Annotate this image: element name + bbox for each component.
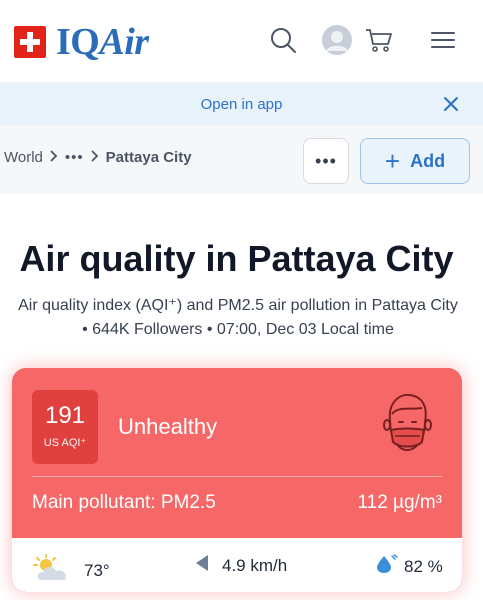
pollutant-label: Main pollutant: (32, 492, 161, 513)
brand-wordmark: IQAir (56, 21, 149, 63)
breadcrumb: World ••• Pattaya City (4, 149, 192, 166)
weather-humidity: 82 % (376, 554, 443, 579)
add-button[interactable]: + Add (360, 138, 470, 184)
search-icon[interactable] (265, 22, 301, 58)
hamburger-menu-icon[interactable] (425, 22, 461, 58)
more-options-button[interactable]: ••• (303, 138, 349, 184)
weather-strip: 73° 4.9 km/h 82 % (12, 538, 462, 592)
humidity-value: 82 % (404, 556, 443, 576)
breadcrumb-bar: World ••• Pattaya City ••• + Add (0, 126, 483, 194)
wind-direction-icon (194, 554, 210, 577)
page-title: Air quality in Pattaya City (19, 238, 454, 279)
weather-wind: 4.9 km/h (194, 554, 287, 577)
cart-icon[interactable] (361, 22, 397, 58)
top-header: IQAir (0, 0, 483, 82)
chevron-right-icon (49, 149, 59, 166)
main-pollutant: Main pollutant: PM2.5 (32, 492, 216, 514)
pollutant-value: PM2.5 (160, 492, 216, 513)
open-in-app-banner: Open in app (0, 82, 483, 126)
aqi-card: 191 US AQI⁺ Unhealthy Main pollutant: PM… (12, 368, 462, 592)
chevron-right-icon (90, 149, 100, 166)
page-subtitle: Air quality index (AQI⁺) and PM2.5 air p… (4, 294, 472, 342)
main-content: Air quality in Pattaya City Air quality … (0, 194, 483, 600)
humidity-drop-icon (376, 554, 398, 579)
temperature-value: 73° (84, 560, 110, 580)
plus-icon: + (384, 146, 401, 176)
breadcrumb-current: Pattaya City (105, 149, 192, 166)
close-icon[interactable] (441, 94, 461, 114)
iqair-logo[interactable]: IQAir (14, 21, 149, 63)
wind-value: 4.9 km/h (222, 555, 288, 575)
open-in-app-link[interactable]: Open in app (201, 96, 283, 113)
swiss-flag-icon (14, 26, 46, 58)
subtitle-line-2: • 644K Followers • 07:00, Dec 03 Local t… (82, 321, 394, 338)
more-dots: ••• (315, 150, 337, 171)
add-label: Add (410, 150, 446, 171)
aqi-status: Unhealthy (118, 414, 218, 439)
breadcrumb-ellipsis[interactable]: ••• (65, 149, 84, 166)
aqi-value: 191 (44, 402, 86, 429)
pollutant-concentration: 112 µg/m³ (357, 492, 442, 513)
face-mask-icon (380, 392, 434, 458)
avatar[interactable] (319, 22, 355, 58)
aqi-unit: US AQI⁺ (43, 437, 87, 449)
weather-temperature: 73° (32, 554, 110, 587)
aqi-badge: 191 US AQI⁺ (32, 390, 98, 464)
sun-cloud-icon (32, 554, 72, 587)
subtitle-line-1: Air quality index (AQI⁺) and PM2.5 air p… (18, 297, 458, 314)
card-divider (32, 476, 442, 477)
breadcrumb-world[interactable]: World (4, 149, 43, 166)
